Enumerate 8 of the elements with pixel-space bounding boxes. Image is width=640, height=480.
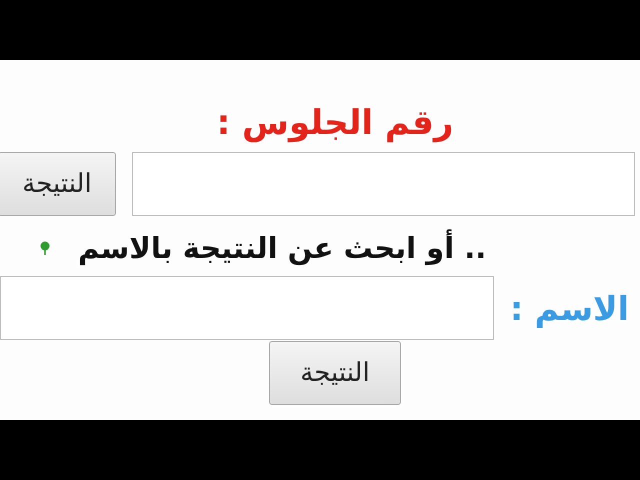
seat-number-field[interactable] bbox=[132, 152, 635, 216]
search-hint: .. أو ابحث عن النتيجة بالاسم bbox=[78, 231, 486, 265]
pin-icon bbox=[40, 241, 50, 255]
page-title: رقم الجلوس : bbox=[216, 102, 454, 145]
name-field[interactable] bbox=[0, 276, 494, 340]
result-button[interactable]: النتيجة bbox=[0, 152, 116, 216]
name-label: الاسم : bbox=[510, 288, 629, 328]
result-button[interactable]: النتيجة bbox=[269, 341, 401, 405]
